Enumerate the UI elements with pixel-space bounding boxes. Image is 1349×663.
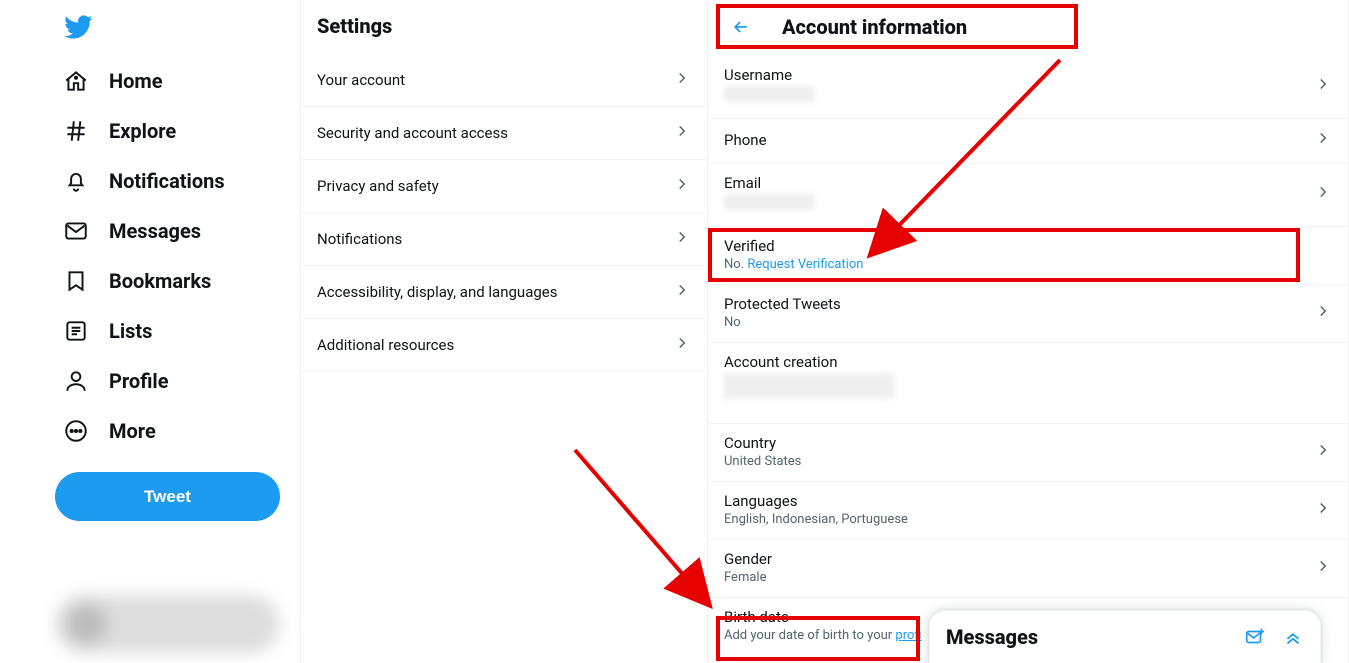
row-country[interactable]: Country United States bbox=[708, 424, 1348, 482]
info-label: Verified bbox=[724, 237, 863, 255]
row-email[interactable]: Email bbox=[708, 164, 1348, 227]
info-label: Birth date bbox=[724, 608, 922, 626]
settings-security[interactable]: Security and account access bbox=[301, 107, 707, 160]
row-phone[interactable]: Phone bbox=[708, 119, 1348, 164]
redacted-value bbox=[724, 194, 814, 210]
chevron-right-icon bbox=[673, 281, 691, 303]
settings-your-account[interactable]: Your account bbox=[301, 54, 707, 107]
messages-dock[interactable]: Messages bbox=[929, 610, 1321, 663]
redacted-value bbox=[724, 373, 894, 399]
chevron-right-icon bbox=[673, 334, 691, 356]
info-label: Country bbox=[724, 434, 801, 452]
info-sub: Add your date of birth to your profi bbox=[724, 628, 922, 643]
request-verification-link[interactable]: Request Verification bbox=[747, 257, 863, 272]
row-gender[interactable]: Gender Female bbox=[708, 540, 1348, 598]
new-message-button[interactable] bbox=[1244, 626, 1266, 648]
chevron-right-icon bbox=[673, 122, 691, 144]
account-switcher[interactable] bbox=[55, 595, 280, 653]
info-label: Protected Tweets bbox=[724, 295, 841, 313]
nav-label: Profile bbox=[109, 369, 169, 393]
settings-column: Settings Your account Security and accou… bbox=[300, 0, 708, 663]
nav-label: Explore bbox=[109, 119, 176, 143]
nav-label: More bbox=[109, 419, 156, 443]
chevron-right-icon bbox=[1314, 557, 1332, 579]
nav-more[interactable]: More bbox=[55, 406, 300, 456]
info-sub: No. Request Verification bbox=[724, 257, 863, 272]
nav-label: Bookmarks bbox=[109, 269, 211, 293]
settings-item-label: Privacy and safety bbox=[317, 177, 439, 195]
chevron-right-icon bbox=[1314, 302, 1332, 324]
settings-item-label: Accessibility, display, and languages bbox=[317, 283, 557, 301]
settings-title: Settings bbox=[301, 0, 707, 54]
row-verified[interactable]: Verified No. Request Verification bbox=[708, 227, 1348, 285]
detail-header: Account information bbox=[708, 0, 1348, 56]
nav-label: Notifications bbox=[109, 169, 225, 193]
settings-resources[interactable]: Additional resources bbox=[301, 319, 707, 372]
chevron-right-icon bbox=[673, 228, 691, 250]
settings-item-label: Security and account access bbox=[317, 124, 508, 142]
info-sub: No bbox=[724, 315, 841, 330]
detail-title: Account information bbox=[782, 15, 967, 39]
nav-notifications[interactable]: Notifications bbox=[55, 156, 300, 206]
dm-title: Messages bbox=[946, 625, 1038, 649]
home-icon bbox=[63, 68, 89, 94]
nav-label: Messages bbox=[109, 219, 201, 243]
row-username[interactable]: Username bbox=[708, 56, 1348, 119]
row-protected[interactable]: Protected Tweets No bbox=[708, 285, 1348, 343]
nav-bookmarks[interactable]: Bookmarks bbox=[55, 256, 300, 306]
settings-notifications[interactable]: Notifications bbox=[301, 213, 707, 266]
settings-item-label: Additional resources bbox=[317, 336, 454, 354]
nav-home[interactable]: Home bbox=[55, 56, 300, 106]
info-label: Gender bbox=[724, 550, 772, 568]
nav-lists[interactable]: Lists bbox=[55, 306, 300, 356]
primary-nav: Home Explore Notifications Messages Book… bbox=[0, 0, 300, 663]
nav-label: Home bbox=[109, 69, 163, 93]
info-sub: Female bbox=[724, 570, 772, 585]
info-label: Languages bbox=[724, 492, 908, 510]
settings-item-label: Your account bbox=[317, 71, 405, 89]
chevron-right-icon bbox=[673, 175, 691, 197]
nav-messages[interactable]: Messages bbox=[55, 206, 300, 256]
nav-explore[interactable]: Explore bbox=[55, 106, 300, 156]
detail-column: Account information Username Phone Email bbox=[708, 0, 1349, 663]
tweet-button[interactable]: Tweet bbox=[55, 472, 280, 521]
info-label: Account creation bbox=[724, 353, 894, 371]
info-sub: English, Indonesian, Portuguese bbox=[724, 512, 908, 527]
redacted-value bbox=[724, 86, 814, 102]
chevron-right-icon bbox=[1314, 75, 1332, 97]
row-creation: Account creation bbox=[708, 343, 1348, 424]
info-sub: United States bbox=[724, 454, 801, 469]
bookmark-icon bbox=[63, 268, 89, 294]
nav-profile[interactable]: Profile bbox=[55, 356, 300, 406]
hashtag-icon bbox=[63, 118, 89, 144]
avatar bbox=[67, 604, 107, 644]
list-icon bbox=[63, 318, 89, 344]
expand-chevron-button[interactable] bbox=[1282, 626, 1304, 648]
info-label: Username bbox=[724, 66, 814, 84]
chevron-right-icon bbox=[1314, 499, 1332, 521]
profile-link[interactable]: profi bbox=[895, 628, 921, 643]
info-label: Phone bbox=[724, 131, 767, 149]
row-languages[interactable]: Languages English, Indonesian, Portugues… bbox=[708, 482, 1348, 540]
settings-item-label: Notifications bbox=[317, 230, 402, 248]
chevron-right-icon bbox=[1314, 183, 1332, 205]
chevron-right-icon bbox=[1314, 129, 1332, 151]
chevron-right-icon bbox=[673, 69, 691, 91]
back-button[interactable] bbox=[724, 10, 758, 44]
mail-icon bbox=[63, 218, 89, 244]
nav-label: Lists bbox=[109, 319, 152, 343]
settings-privacy[interactable]: Privacy and safety bbox=[301, 160, 707, 213]
chevron-right-icon bbox=[1314, 441, 1332, 463]
bell-icon bbox=[63, 168, 89, 194]
settings-accessibility[interactable]: Accessibility, display, and languages bbox=[301, 266, 707, 319]
twitter-logo-icon[interactable] bbox=[63, 12, 93, 42]
profile-icon bbox=[63, 368, 89, 394]
info-label: Email bbox=[724, 174, 814, 192]
more-icon bbox=[63, 418, 89, 444]
